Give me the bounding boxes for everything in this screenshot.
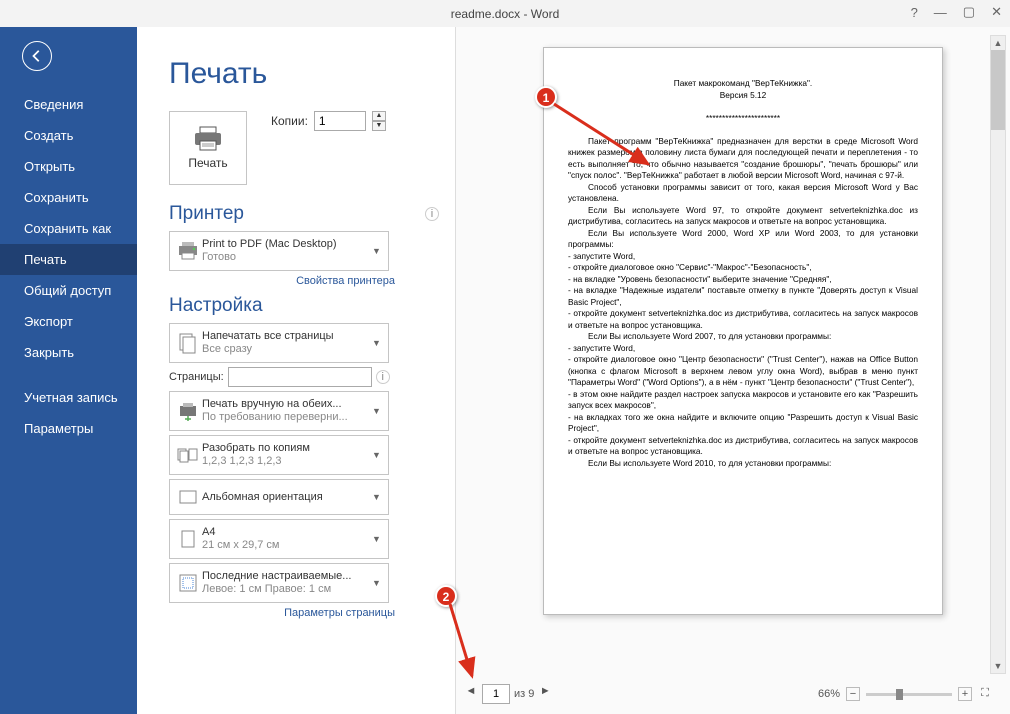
zoom-slider[interactable] (866, 693, 952, 696)
page-preview: Пакет макрокоманд "ВерТеКнижка". Версия … (543, 47, 943, 615)
info-icon[interactable]: i (425, 207, 439, 221)
pages-label: Страницы: (169, 371, 224, 383)
printer-select[interactable]: Print to PDF (Mac Desktop)Готово ▼ (169, 231, 389, 271)
nav-options[interactable]: Параметры (0, 413, 137, 444)
pages-icon (174, 329, 202, 357)
zoom-label: 66% (818, 688, 840, 700)
orientation-select[interactable]: Альбомная ориентация ▼ (169, 479, 389, 515)
zoom-in-button[interactable]: + (958, 687, 972, 701)
backstage-sidebar: Сведения Создать Открыть Сохранить Сохра… (0, 27, 137, 714)
restore-icon[interactable]: ▢ (963, 4, 975, 20)
page-setup-link[interactable]: Параметры страницы (169, 607, 395, 619)
nav-open[interactable]: Открыть (0, 151, 137, 182)
duplex-icon (174, 397, 202, 425)
nav-close[interactable]: Закрыть (0, 337, 137, 368)
back-button[interactable] (22, 41, 52, 71)
chevron-down-icon: ▼ (372, 246, 384, 256)
fit-page-button[interactable]: ⛶ (978, 687, 992, 701)
copies-label: Копии: (271, 114, 308, 128)
next-page-button[interactable]: ► (538, 685, 552, 703)
preview-pane: Пакет макрокоманд "ВерТеКнижка". Версия … (455, 27, 1010, 714)
window-title: readme.docx - Word (451, 7, 560, 21)
chevron-down-icon: ▼ (372, 338, 384, 348)
close-icon[interactable]: ✕ (991, 4, 1002, 20)
preview-footer: ◄ из 9 ► 66% − + ⛶ (456, 680, 992, 708)
prev-page-button[interactable]: ◄ (464, 685, 478, 703)
printer-properties-link[interactable]: Свойства принтера (169, 275, 395, 287)
copies-input[interactable] (314, 111, 366, 131)
settings-heading: Настройка (169, 295, 263, 317)
nav-info[interactable]: Сведения (0, 89, 137, 120)
orientation-icon (174, 483, 202, 511)
papersize-select[interactable]: A421 см x 29,7 см ▼ (169, 519, 389, 559)
chevron-down-icon: ▼ (372, 406, 384, 416)
print-range-select[interactable]: Напечатать все страницыВсе сразу ▼ (169, 323, 389, 363)
nav-print[interactable]: Печать (0, 244, 137, 275)
chevron-down-icon: ▼ (372, 450, 384, 460)
print-button-label: Печать (188, 156, 227, 170)
zoom-out-button[interactable]: − (846, 687, 860, 701)
page-heading: Печать (169, 57, 439, 91)
margins-select[interactable]: Последние настраиваемые...Левое: 1 см Пр… (169, 563, 389, 603)
print-button[interactable]: Печать (169, 111, 247, 185)
margins-icon (174, 569, 202, 597)
scroll-up-icon[interactable]: ▲ (991, 36, 1005, 50)
title-bar: readme.docx - Word ? — ▢ ✕ (0, 0, 1010, 27)
papersize-icon (174, 525, 202, 553)
minimize-icon[interactable]: — (934, 5, 947, 20)
print-panel: Печать Печать Копии: ▲▼ Принтерi Print t… (137, 27, 455, 714)
printer-small-icon (174, 237, 202, 265)
info-icon[interactable]: i (376, 370, 390, 384)
page-number-input[interactable] (482, 684, 510, 704)
collate-select[interactable]: Разобрать по копиям1,2,3 1,2,3 1,2,3 ▼ (169, 435, 389, 475)
scroll-down-icon[interactable]: ▼ (991, 659, 1005, 673)
nav-share[interactable]: Общий доступ (0, 275, 137, 306)
pages-input[interactable] (228, 367, 372, 387)
back-arrow-icon (30, 49, 44, 63)
chevron-down-icon: ▼ (372, 534, 384, 544)
chevron-down-icon: ▼ (372, 578, 384, 588)
scroll-thumb[interactable] (991, 50, 1005, 130)
help-icon[interactable]: ? (911, 5, 918, 20)
collate-icon (174, 441, 202, 469)
nav-save[interactable]: Сохранить (0, 182, 137, 213)
window-controls: ? — ▢ ✕ (911, 4, 1002, 20)
nav-account[interactable]: Учетная запись (0, 382, 137, 413)
copies-up[interactable]: ▲ (372, 111, 386, 121)
annotation-badge-1: 1 (535, 86, 557, 108)
page-count-label: из 9 (514, 688, 534, 700)
annotation-badge-2: 2 (435, 585, 457, 607)
copies-down[interactable]: ▼ (372, 121, 386, 131)
chevron-down-icon: ▼ (372, 492, 384, 502)
duplex-select[interactable]: Печать вручную на обеих...По требованию … (169, 391, 389, 431)
nav-export[interactable]: Экспорт (0, 306, 137, 337)
preview-scrollbar[interactable]: ▲ ▼ (990, 35, 1006, 674)
printer-icon (192, 126, 224, 152)
nav-saveas[interactable]: Сохранить как (0, 213, 137, 244)
nav-create[interactable]: Создать (0, 120, 137, 151)
printer-heading: Принтер (169, 203, 244, 225)
